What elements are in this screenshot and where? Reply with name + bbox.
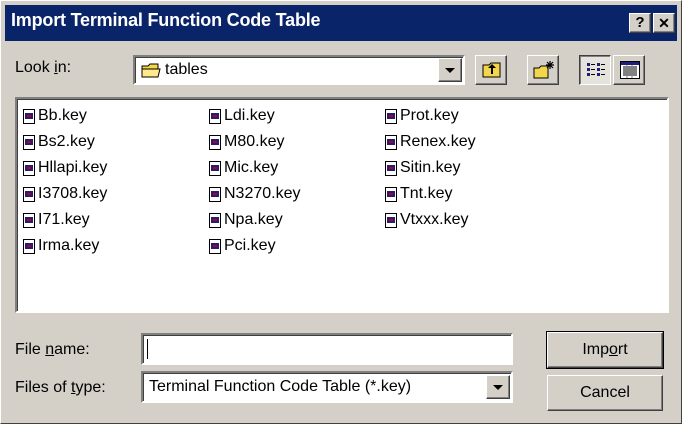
details-view-button[interactable] <box>613 55 645 85</box>
key-file-icon <box>385 187 397 202</box>
import-button[interactable]: Import <box>546 331 664 369</box>
file-name-label: File name: <box>15 341 90 358</box>
key-file-icon <box>209 109 221 124</box>
look-in-label: Look in: <box>15 59 72 76</box>
key-file-icon <box>209 239 221 254</box>
key-file-icon <box>23 135 35 150</box>
text-caret <box>147 339 148 359</box>
files-of-type-combobox[interactable]: Terminal Function Code Table (*.key) <box>141 371 513 403</box>
key-file-icon <box>385 161 397 176</box>
import-dialog: Import Terminal Function Code Table ? ✕ … <box>0 0 682 424</box>
up-one-level-button[interactable] <box>475 55 507 85</box>
files-of-type-dropdown-button[interactable] <box>486 375 510 399</box>
file-list[interactable]: Bb.key Bs2.key Hllapi.key I3708.key I71.… <box>15 97 669 313</box>
key-file-icon <box>23 239 35 254</box>
look-in-dropdown-button[interactable] <box>438 58 462 82</box>
key-file-icon <box>385 135 397 150</box>
window-title: Import Terminal Function Code Table <box>11 10 321 30</box>
folder-icon <box>141 62 161 79</box>
key-file-icon <box>385 213 397 228</box>
create-new-folder-button[interactable] <box>527 55 559 85</box>
file-name-field[interactable] <box>141 333 513 365</box>
list-view-button[interactable] <box>579 55 611 85</box>
cancel-button[interactable]: Cancel <box>547 375 663 411</box>
key-file-icon <box>209 135 221 150</box>
close-button[interactable]: ✕ <box>653 13 675 33</box>
key-file-icon <box>23 109 35 124</box>
key-file-icon <box>23 187 35 202</box>
details-view-icon <box>620 61 640 84</box>
key-file-icon <box>209 213 221 228</box>
files-of-type-label: Files of type: <box>15 379 106 396</box>
up-one-level-icon <box>482 61 502 84</box>
new-folder-icon <box>533 60 555 85</box>
look-in-value: tables <box>165 61 208 78</box>
key-file-icon <box>209 161 221 176</box>
look-in-combobox[interactable]: tables <box>133 55 465 85</box>
files-of-type-value: Terminal Function Code Table (*.key) <box>149 378 412 395</box>
list-view-icon <box>586 62 606 84</box>
help-button[interactable]: ? <box>629 13 651 33</box>
key-file-icon <box>23 213 35 228</box>
key-file-icon <box>23 161 35 176</box>
title-bar[interactable]: Import Terminal Function Code Table ? ✕ <box>5 5 677 41</box>
key-file-icon <box>209 187 221 202</box>
key-file-icon <box>385 109 397 124</box>
